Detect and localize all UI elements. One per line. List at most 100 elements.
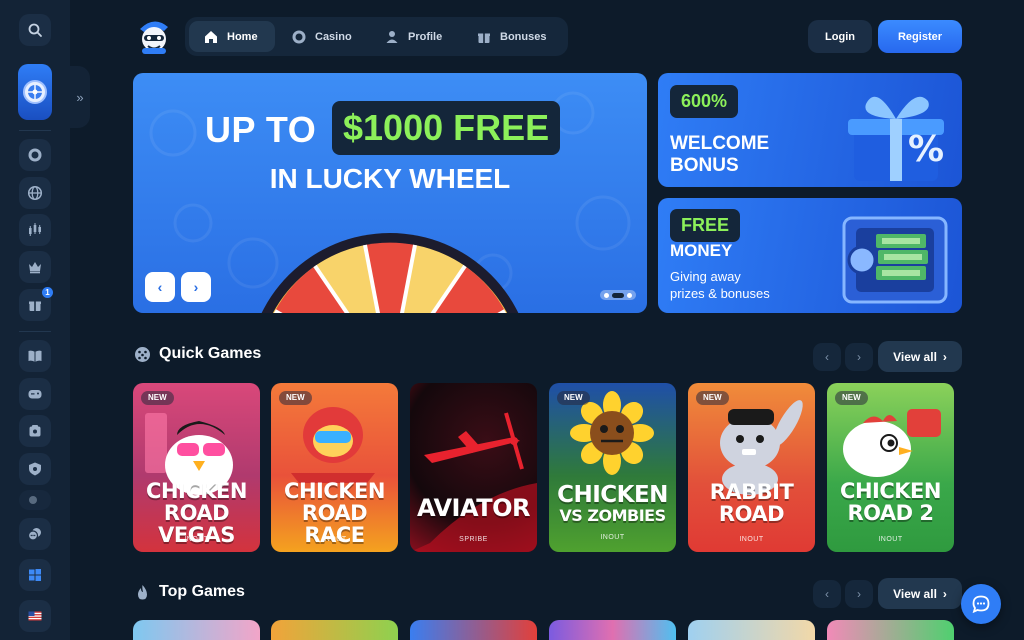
sidebar-item-sports[interactable] — [19, 177, 51, 209]
nav-casino[interactable]: Casino — [277, 21, 366, 52]
hero-headline-highlight: $1000 FREE — [332, 101, 561, 155]
sidebar-item-casino[interactable] — [19, 139, 51, 171]
top-games-view-all[interactable]: View all › — [878, 578, 962, 609]
hero-next-button[interactable]: › — [181, 272, 211, 302]
sidebar-item-games[interactable] — [19, 378, 51, 410]
game-provider: INOUT — [600, 534, 625, 541]
new-badge: NEW — [141, 391, 174, 405]
promo-subtitle-line2: prizes & bonuses — [670, 286, 770, 301]
game-card[interactable] — [271, 620, 398, 640]
sidebar-item-gifts[interactable]: 1 — [19, 287, 53, 321]
game-title-line2: ROAD 2 — [847, 501, 934, 525]
carousel-dot[interactable] — [627, 292, 632, 298]
chat-bubbles-icon — [29, 496, 37, 504]
sidebar-item-vip[interactable] — [19, 251, 51, 283]
search-button[interactable] — [19, 14, 51, 46]
game-title-line1: RABBIT — [709, 480, 794, 504]
sidebar-item-more[interactable] — [19, 490, 51, 510]
top-games-next-button[interactable]: › — [845, 580, 873, 608]
sidebar: 1 — [0, 0, 70, 640]
game-title-line1: CHICKEN — [557, 482, 668, 508]
game-card[interactable] — [549, 620, 676, 640]
game-card[interactable] — [688, 620, 815, 640]
sidebar-item-windows-app[interactable] — [19, 559, 51, 591]
game-provider: SPRIBE — [459, 536, 488, 543]
chevron-left-icon: ‹ — [825, 350, 829, 364]
chevron-right-icon: › — [942, 349, 947, 364]
sidebar-item-support[interactable] — [19, 518, 51, 550]
flame-icon — [138, 584, 147, 599]
hero-prev-button[interactable]: ‹ — [145, 272, 175, 302]
nav-bonuses[interactable]: Bonuses — [462, 21, 560, 52]
hero-headline-prefix: UP TO — [205, 109, 317, 150]
quick-games-view-all[interactable]: View all › — [878, 341, 962, 372]
book-icon — [28, 350, 42, 362]
poker-chip-icon — [28, 148, 42, 162]
top-games-prev-button[interactable]: ‹ — [813, 580, 841, 608]
carousel-dot[interactable] — [604, 292, 609, 298]
promo-title-line2: BONUS — [670, 155, 739, 176]
quick-games-label: Quick Games — [159, 345, 262, 362]
globe-icon — [27, 185, 43, 201]
sidebar-item-wallet[interactable] — [19, 415, 51, 447]
game-title-line1: CHICKEN — [284, 479, 385, 503]
lucky-wheel-button[interactable] — [18, 64, 52, 120]
chevron-right-icon: › — [857, 350, 861, 364]
double-chevron-right-icon: » — [76, 89, 84, 105]
user-icon — [386, 30, 398, 43]
game-card-rabbit-road[interactable]: NEW RABBIT ROAD INOUT — [688, 383, 815, 552]
quick-games-next-button[interactable]: › — [845, 343, 873, 371]
game-card-chicken-road-vegas[interactable]: NEW CHICKEN ROAD VEGAS INOUT — [133, 383, 260, 552]
language-selector[interactable] — [19, 600, 51, 632]
game-card[interactable] — [827, 620, 954, 640]
game-card-aviator[interactable]: AVIATOR SPRIBE — [410, 383, 537, 552]
game-provider: INOUT — [184, 536, 209, 543]
game-art — [843, 409, 941, 477]
nav-home[interactable]: Home — [189, 21, 275, 52]
hero-headline-line2: IN LUCKY WHEEL — [269, 163, 511, 194]
top-games-label: Top Games — [159, 583, 245, 600]
game-card-chicken-vs-zombies[interactable]: NEW CHICKEN VS ZOMBIES INOUT — [549, 383, 676, 552]
game-provider: INOUT — [878, 536, 903, 543]
promo-title-line1: WELCOME — [670, 133, 770, 154]
sidebar-item-rules[interactable] — [19, 340, 51, 372]
carousel-dots[interactable] — [600, 290, 636, 300]
game-provider: INOUT — [739, 536, 764, 543]
login-button[interactable]: Login — [808, 20, 872, 53]
view-all-label: View all — [893, 586, 937, 601]
promo-free-money[interactable]: FREE MONEY Giving away prizes & bonuses — [658, 198, 962, 313]
chevron-left-icon: ‹ — [825, 587, 829, 601]
promo-subtitle-line1: Giving away — [670, 269, 741, 284]
promo-tag: FREE — [670, 209, 741, 242]
new-badge: NEW — [557, 391, 590, 405]
sidebar-item-security[interactable] — [19, 453, 51, 485]
carousel-dot-active[interactable] — [612, 292, 624, 298]
chat-icon — [972, 595, 990, 614]
game-card-chicken-road-2[interactable]: NEW CHICKEN ROAD 2 INOUT — [827, 383, 954, 552]
game-title: AVIATOR — [417, 494, 530, 522]
hero-banner[interactable]: UP TO $1000 FREE IN LUCKY WHEEL ‹ › — [133, 73, 647, 313]
nav-home-label: Home — [227, 30, 258, 43]
gamepad-icon — [28, 390, 42, 399]
gift-icon — [29, 301, 41, 311]
game-card[interactable] — [133, 620, 260, 640]
site-logo[interactable] — [136, 17, 172, 55]
nav-profile[interactable]: Profile — [370, 21, 456, 52]
live-chat-button[interactable] — [961, 584, 1001, 624]
game-title-line1: CHICKEN — [840, 479, 941, 503]
game-title-line2: ROAD — [718, 502, 785, 526]
new-badge: NEW — [279, 391, 312, 405]
quick-games-title: Quick Games — [134, 345, 261, 363]
register-button[interactable]: Register — [878, 20, 962, 53]
shield-icon — [29, 462, 41, 476]
game-card-chicken-road-race[interactable]: NEW CHICKEN ROAD RACE INOUT — [271, 383, 398, 552]
promo-welcome-bonus[interactable]: % 600% WELCOME BONUS — [658, 73, 962, 187]
game-title-line2: VS ZOMBIES — [559, 506, 666, 525]
lucky-wheel-graphic — [261, 233, 519, 313]
sidebar-item-trading[interactable] — [19, 214, 51, 246]
quick-games-prev-button[interactable]: ‹ — [813, 343, 841, 371]
chat-bubbles-icon — [27, 528, 41, 541]
sidebar-expand-button[interactable]: » — [70, 66, 90, 128]
gift-icon — [478, 33, 490, 43]
game-card[interactable] — [410, 620, 537, 640]
